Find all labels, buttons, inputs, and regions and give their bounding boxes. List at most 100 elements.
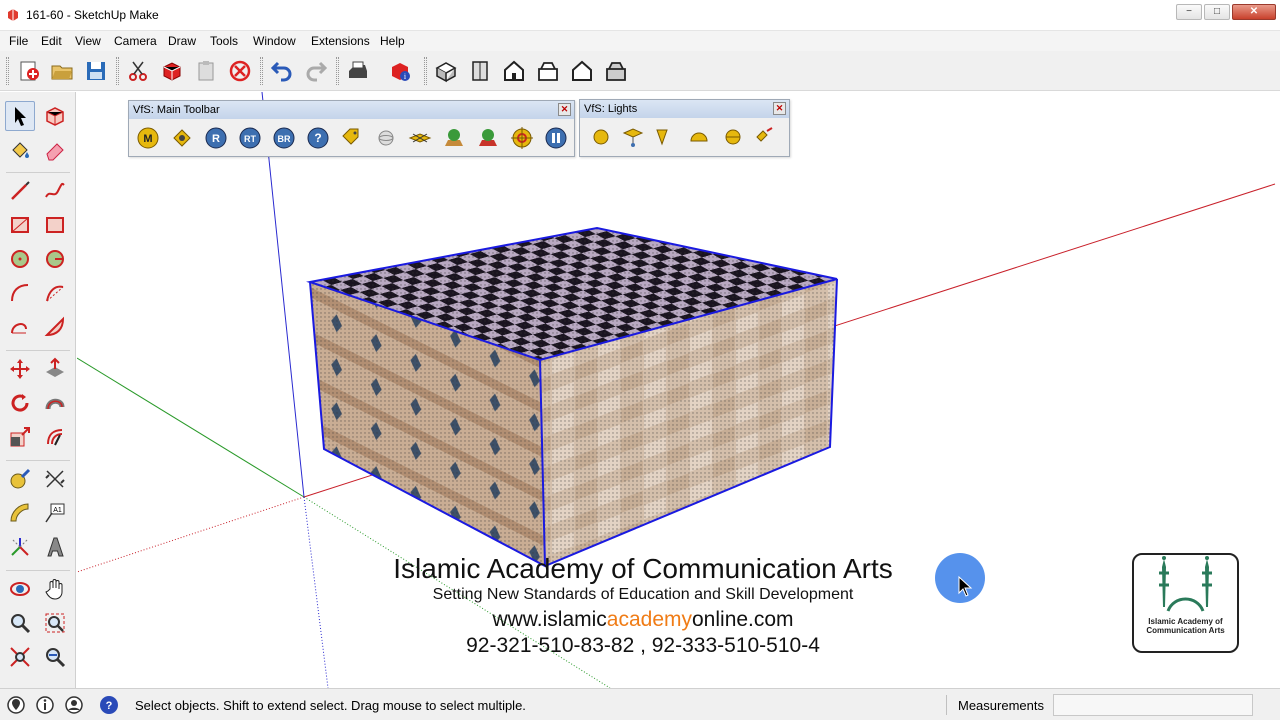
right-view-icon[interactable] — [534, 57, 562, 85]
front-view-icon[interactable] — [500, 57, 528, 85]
arc-icon[interactable] — [5, 278, 35, 308]
help-status-icon[interactable]: ? — [99, 695, 119, 715]
menu-tools[interactable]: Tools — [210, 34, 238, 48]
vfs-lights-close-button[interactable]: ✕ — [773, 102, 786, 115]
model-info-icon[interactable]: i — [386, 57, 414, 85]
rotate-icon[interactable] — [5, 388, 35, 418]
move-icon[interactable] — [5, 354, 35, 384]
cut-icon[interactable] — [124, 57, 152, 85]
toolbar-grip[interactable] — [260, 57, 263, 85]
tree-icon[interactable] — [441, 125, 467, 151]
vfs-main-toolbar-title[interactable]: VfS: Main Toolbar ✕ — [129, 101, 574, 119]
zoom-extents-icon[interactable] — [5, 642, 35, 672]
tree-alt-icon[interactable] — [475, 125, 501, 151]
light-edit-icon[interactable] — [752, 124, 778, 150]
vfs-lights-title[interactable]: VfS: Lights ✕ — [580, 100, 789, 118]
menu-help[interactable]: Help — [380, 34, 405, 48]
plane-icon[interactable] — [407, 125, 433, 151]
eraser-icon[interactable] — [40, 135, 70, 165]
text-icon[interactable]: A1 — [40, 498, 70, 528]
vfs-lights-toolbar[interactable]: VfS: Lights ✕ — [579, 99, 790, 157]
toolbar-grip[interactable] — [6, 57, 9, 85]
user-icon[interactable] — [64, 695, 84, 715]
copy-icon[interactable] — [158, 57, 186, 85]
push-pull-icon[interactable] — [40, 354, 70, 384]
rectangle-icon[interactable] — [5, 210, 35, 240]
iso-view-icon[interactable] — [432, 57, 460, 85]
material-icon[interactable]: M — [135, 125, 161, 151]
help-icon[interactable]: ? — [305, 125, 331, 151]
3d-text-icon[interactable] — [40, 532, 70, 562]
standard-toolbar: i — [0, 51, 1280, 91]
pause-icon[interactable] — [543, 125, 569, 151]
paste-icon[interactable] — [192, 57, 220, 85]
toolbar-grip[interactable] — [116, 57, 119, 85]
dimension-icon[interactable] — [40, 464, 70, 494]
print-icon[interactable] — [344, 57, 372, 85]
erase-icon[interactable] — [226, 57, 254, 85]
redo-icon[interactable] — [302, 57, 330, 85]
geo-location-icon[interactable] — [6, 695, 26, 715]
select-icon[interactable] — [5, 101, 35, 131]
sphere-icon[interactable] — [373, 125, 399, 151]
vfs-main-toolbar[interactable]: VfS: Main Toolbar ✕ M R RT BR ? — [128, 100, 575, 157]
orbit-icon[interactable] — [5, 574, 35, 604]
polygon-icon[interactable] — [40, 244, 70, 274]
follow-me-icon[interactable] — [40, 388, 70, 418]
circle-icon[interactable] — [5, 244, 35, 274]
save-icon[interactable] — [82, 57, 110, 85]
vfs-main-toolbar-close-button[interactable]: ✕ — [558, 103, 571, 116]
top-view-icon[interactable] — [466, 57, 494, 85]
options-icon[interactable] — [169, 125, 195, 151]
sphere-light-icon[interactable] — [720, 124, 746, 150]
target-icon[interactable] — [509, 125, 535, 151]
pan-icon[interactable] — [40, 574, 70, 604]
menu-draw[interactable]: Draw — [168, 34, 196, 48]
menu-window[interactable]: Window — [253, 34, 296, 48]
menu-extensions[interactable]: Extensions — [311, 34, 370, 48]
left-view-icon[interactable] — [602, 57, 630, 85]
back-view-icon[interactable] — [568, 57, 596, 85]
measurements-label: Measurements — [958, 698, 1044, 713]
credits-icon[interactable] — [35, 695, 55, 715]
offset-icon[interactable] — [40, 422, 70, 452]
zoom-window-icon[interactable] — [40, 608, 70, 638]
zoom-icon[interactable] — [5, 608, 35, 638]
toolbar-grip[interactable] — [424, 57, 427, 85]
axes-icon[interactable] — [5, 532, 35, 562]
menu-bar: File Edit View Camera Draw Tools Window … — [0, 31, 1280, 51]
make-component-icon[interactable] — [40, 101, 70, 131]
rotated-rectangle-icon[interactable] — [40, 210, 70, 240]
omni-light-icon[interactable] — [588, 124, 614, 150]
render-icon[interactable]: R — [203, 125, 229, 151]
menu-camera[interactable]: Camera — [114, 34, 157, 48]
tag-icon[interactable] — [339, 125, 365, 151]
rect-light-icon[interactable] — [620, 124, 646, 150]
toolbar-grip[interactable] — [336, 57, 339, 85]
maximize-button[interactable]: □ — [1204, 4, 1230, 20]
menu-file[interactable]: File — [9, 34, 28, 48]
protractor-icon[interactable] — [5, 498, 35, 528]
watermark-phones: 92-321-510-83-82 , 92-333-510-510-4 — [466, 634, 820, 657]
line-icon[interactable] — [5, 176, 35, 206]
undo-icon[interactable] — [268, 57, 296, 85]
measurements-input[interactable] — [1053, 694, 1253, 716]
new-model-icon[interactable] — [15, 57, 43, 85]
pie-icon[interactable] — [40, 312, 70, 342]
ies-light-icon[interactable] — [686, 124, 712, 150]
tape-measure-icon[interactable] — [5, 464, 35, 494]
spot-light-icon[interactable] — [652, 124, 678, 150]
close-button[interactable]: ✕ — [1232, 4, 1276, 20]
scale-icon[interactable] — [5, 422, 35, 452]
open-icon[interactable] — [48, 57, 76, 85]
render-track-icon[interactable]: RT — [237, 125, 263, 151]
batch-render-icon[interactable]: BR — [271, 125, 297, 151]
menu-view[interactable]: View — [75, 34, 101, 48]
two-point-arc-icon[interactable] — [40, 278, 70, 308]
paint-bucket-icon[interactable] — [5, 135, 35, 165]
minimize-button[interactable]: − — [1176, 4, 1202, 20]
previous-view-icon[interactable] — [40, 642, 70, 672]
three-point-arc-icon[interactable] — [5, 312, 35, 342]
freehand-icon[interactable] — [40, 176, 70, 206]
menu-edit[interactable]: Edit — [41, 34, 62, 48]
